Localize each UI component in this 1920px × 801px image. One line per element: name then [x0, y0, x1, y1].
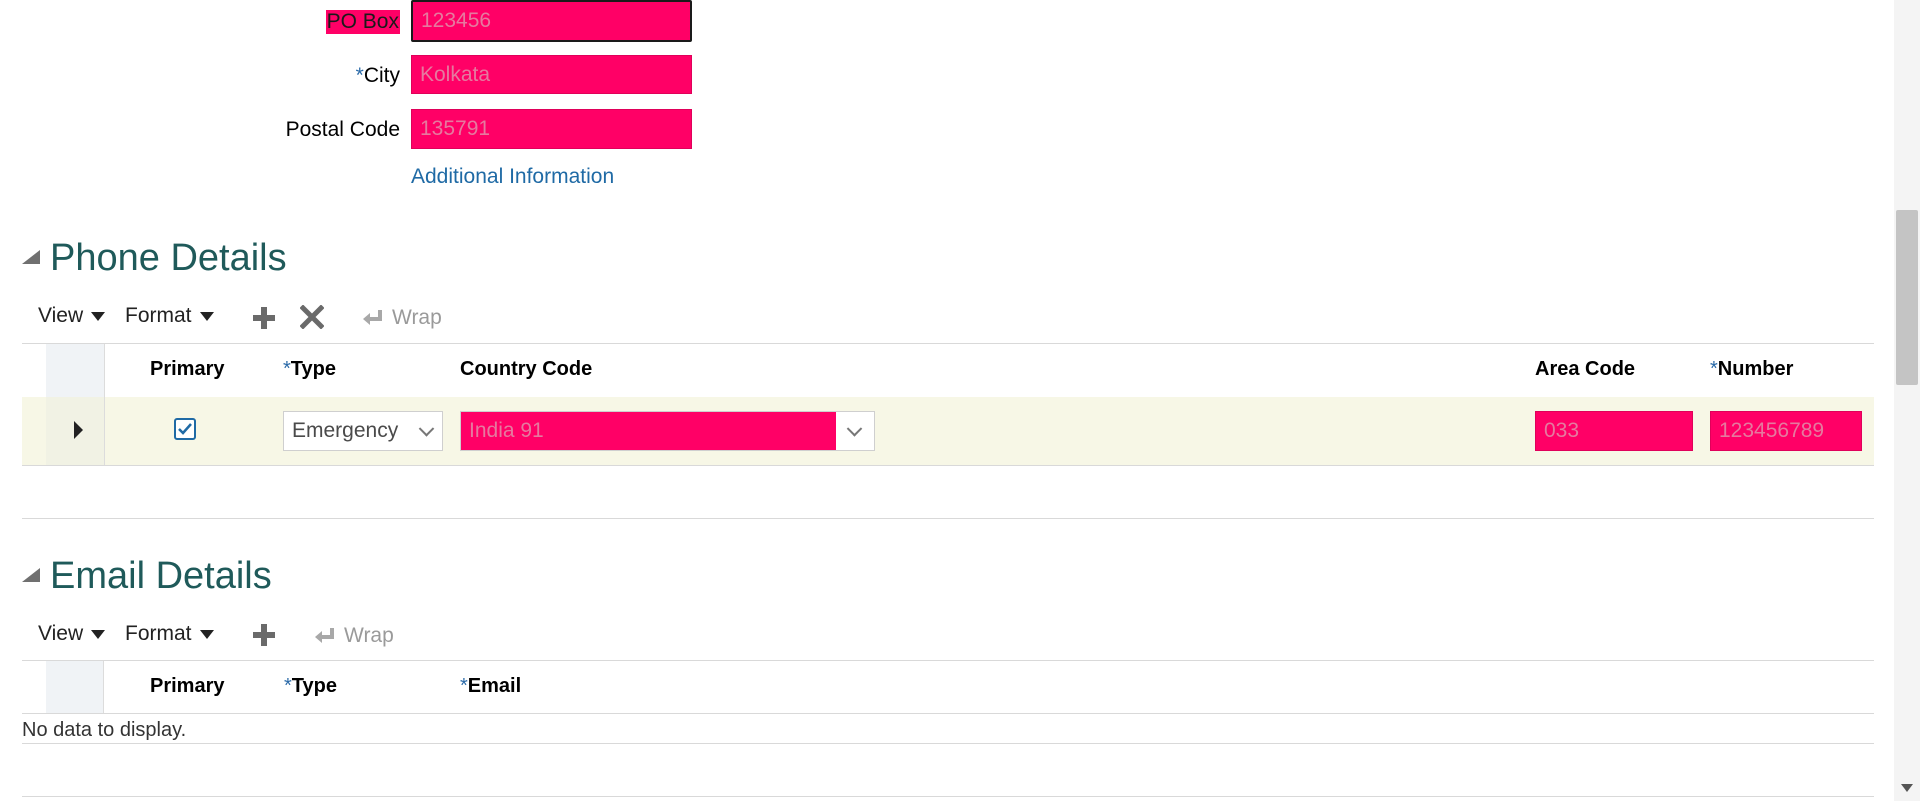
area-code-value: 033 — [1544, 419, 1580, 442]
required-mark: * — [460, 675, 468, 697]
col-email: *Email — [460, 675, 521, 698]
table-bottom-border — [22, 743, 1874, 744]
chevron-down-icon — [418, 421, 435, 437]
phone-wrap-button[interactable]: Wrap — [362, 306, 442, 330]
city-label-text: City — [363, 64, 400, 87]
phone-format-menu[interactable]: Format — [125, 304, 214, 328]
wrap-label: Wrap — [344, 624, 394, 647]
caret-down-icon — [91, 629, 106, 639]
scrollbar-thumb[interactable] — [1896, 210, 1918, 385]
required-mark: * — [355, 64, 364, 87]
required-mark: * — [283, 358, 291, 380]
number-value: 123456789 — [1719, 419, 1825, 442]
section-divider — [22, 796, 1874, 797]
view-label: View — [38, 304, 84, 327]
col-type: *Type — [283, 358, 336, 381]
checkmark-icon — [178, 423, 192, 435]
col-email-label: Email — [467, 675, 522, 697]
type-value: Emergency — [292, 419, 399, 442]
col-type-label: Type — [291, 675, 337, 697]
format-label: Format — [125, 304, 192, 327]
city-input[interactable]: Kolkata — [411, 55, 692, 94]
postal-code-label: Postal Code — [285, 118, 400, 141]
email-format-menu[interactable]: Format — [125, 622, 214, 646]
chevron-down-icon — [846, 421, 863, 437]
po-box-label: PO Box — [325, 10, 400, 34]
postal-code-value: 135791 — [420, 117, 491, 140]
postal-code-input[interactable]: 135791 — [411, 109, 692, 149]
po-box-input[interactable]: 123456 — [411, 0, 692, 42]
area-code-input[interactable]: 033 — [1535, 411, 1693, 451]
table-top-border — [22, 343, 1874, 344]
email-wrap-button[interactable]: Wrap — [314, 624, 394, 648]
add-icon[interactable] — [252, 623, 276, 647]
section-divider — [22, 518, 1874, 519]
col-type-label: Type — [290, 358, 336, 380]
type-select[interactable]: Emergency — [283, 411, 443, 451]
vertical-scrollbar[interactable] — [1894, 0, 1920, 801]
wrap-icon — [363, 310, 382, 325]
number-input[interactable]: 123456789 — [1710, 411, 1862, 451]
country-code-value: India 91 — [469, 419, 544, 442]
additional-information-link[interactable]: Additional Information — [411, 165, 614, 189]
po-box-value: 123456 — [421, 9, 492, 32]
collapse-email-icon[interactable] — [22, 568, 40, 582]
required-mark: * — [1710, 358, 1718, 380]
scroll-down-icon[interactable] — [1901, 784, 1913, 792]
table-top-border — [22, 660, 1874, 661]
caret-down-icon — [199, 629, 214, 639]
col-number-label: Number — [1717, 358, 1794, 380]
col-primary: Primary — [150, 358, 225, 380]
collapse-phone-icon[interactable] — [22, 250, 40, 264]
city-value: Kolkata — [420, 62, 491, 86]
email-view-menu[interactable]: View — [38, 622, 106, 646]
delete-icon[interactable] — [300, 305, 324, 329]
col-type: *Type — [284, 675, 337, 698]
required-mark: * — [284, 675, 292, 697]
wrap-icon — [315, 628, 334, 643]
col-number: *Number — [1710, 358, 1793, 381]
table-bottom-border — [22, 465, 1874, 466]
expand-row-icon[interactable] — [74, 421, 83, 439]
table-header-border — [22, 713, 1874, 714]
view-label: View — [38, 622, 84, 645]
row-header-column — [46, 661, 104, 713]
primary-checkbox[interactable] — [174, 418, 196, 440]
city-label: *City — [356, 64, 400, 88]
phone-details-title: Phone Details — [50, 237, 287, 279]
format-label: Format — [125, 622, 192, 645]
no-data-message: No data to display. — [22, 719, 187, 741]
col-country-code: Country Code — [460, 358, 593, 380]
caret-down-icon — [91, 311, 106, 321]
email-details-title: Email Details — [50, 555, 272, 597]
col-primary: Primary — [150, 675, 225, 697]
phone-view-menu[interactable]: View — [38, 304, 106, 328]
country-code-select[interactable]: India 91 — [460, 411, 875, 451]
caret-down-icon — [199, 311, 214, 321]
col-area-code: Area Code — [1535, 358, 1636, 380]
country-code-input[interactable]: India 91 — [461, 412, 836, 450]
add-icon[interactable] — [252, 306, 276, 330]
wrap-label: Wrap — [392, 306, 442, 329]
